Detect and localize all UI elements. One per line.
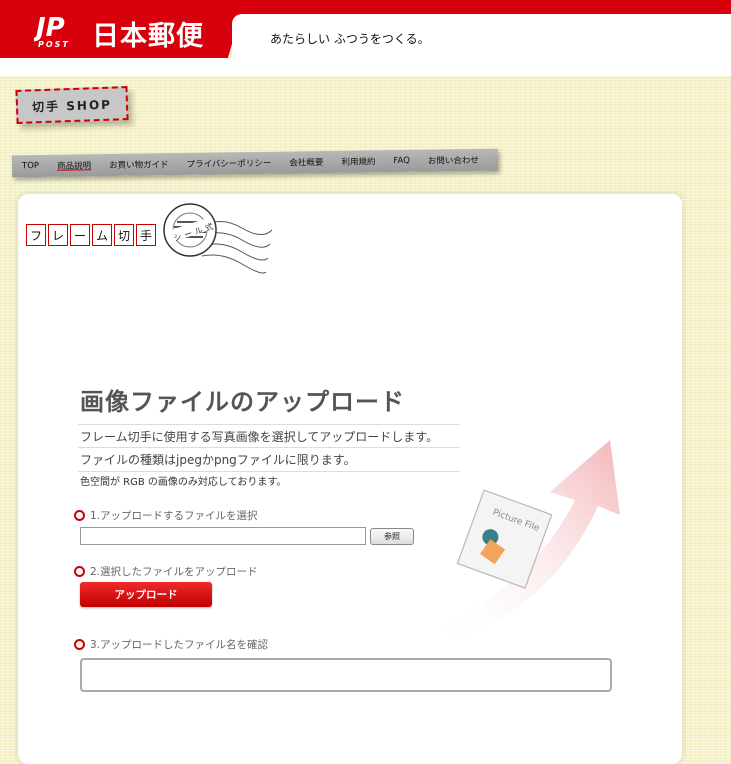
step-1: 1.アップロードするファイルを選択 — [74, 508, 258, 523]
step-2-label: 2.選択したファイルをアップロード — [90, 566, 258, 578]
step-1-label: 1.アップロードするファイルを選択 — [90, 510, 258, 522]
nav-item-terms[interactable]: 利用規約 — [341, 155, 375, 167]
postmark-seal-icon: シール式 — [163, 203, 272, 274]
title-char: レ — [48, 224, 68, 246]
title-char: フ — [26, 224, 46, 246]
step-3: 3.アップロードしたファイル名を確認 — [74, 637, 268, 652]
file-path-input[interactable] — [80, 527, 366, 545]
upload-button[interactable]: アップロード — [80, 582, 212, 607]
header-divider — [0, 58, 731, 76]
step-3-label: 3.アップロードしたファイル名を確認 — [90, 639, 269, 651]
logo-sub-text: POST — [38, 40, 70, 49]
uploaded-filename-field[interactable] — [80, 658, 612, 692]
nav-item-shopping-guide[interactable]: お買い物ガイド — [109, 158, 169, 171]
browse-button[interactable]: 参照 — [370, 528, 414, 545]
upload-arrow-illustration-icon: Picture File — [430, 440, 620, 640]
nav-item-top[interactable]: TOP — [22, 161, 39, 171]
step-bullet-icon — [74, 510, 85, 521]
description-line-1: フレーム切手に使用する写真画像を選択してアップロードします。 — [78, 424, 460, 448]
stamp-shop-badge[interactable]: 切手 SHOP — [15, 86, 129, 124]
title-char: 手 — [136, 224, 156, 246]
main-nav: TOP 商品説明 お買い物ガイド プライバシーポリシー 会社概要 利用規約 FA… — [11, 148, 499, 178]
nav-item-company[interactable]: 会社概要 — [289, 156, 323, 168]
description-line-2: ファイルの種類はjpegかpngファイルに限ります。 — [78, 447, 460, 472]
nav-item-faq[interactable]: FAQ — [393, 156, 410, 166]
title-char: 切 — [114, 224, 134, 246]
frame-stamp-title: フ レ ー ム 切 手 — [26, 224, 158, 246]
tagline: あたらしい ふつうをつくる。 — [270, 32, 430, 46]
step-2: 2.選択したファイルをアップロード — [74, 564, 258, 579]
brand-name[interactable]: 日本郵便 — [92, 14, 204, 53]
page-title: 画像ファイルのアップロード — [80, 388, 405, 416]
logo-mark-text: JP — [34, 13, 65, 43]
title-char: ム — [92, 224, 112, 246]
nav-item-privacy[interactable]: プライバシーポリシー — [186, 157, 271, 170]
title-char: ー — [70, 224, 90, 246]
step-bullet-icon — [74, 566, 85, 577]
nav-item-contact[interactable]: お問い合わせ — [428, 154, 479, 167]
description-line-3: 色空間が RGB の画像のみ対応しております。 — [80, 477, 287, 488]
jp-post-logo-icon[interactable]: JP POST — [34, 12, 82, 50]
step-bullet-icon — [74, 639, 85, 650]
nav-item-product[interactable]: 商品説明 — [57, 159, 91, 171]
